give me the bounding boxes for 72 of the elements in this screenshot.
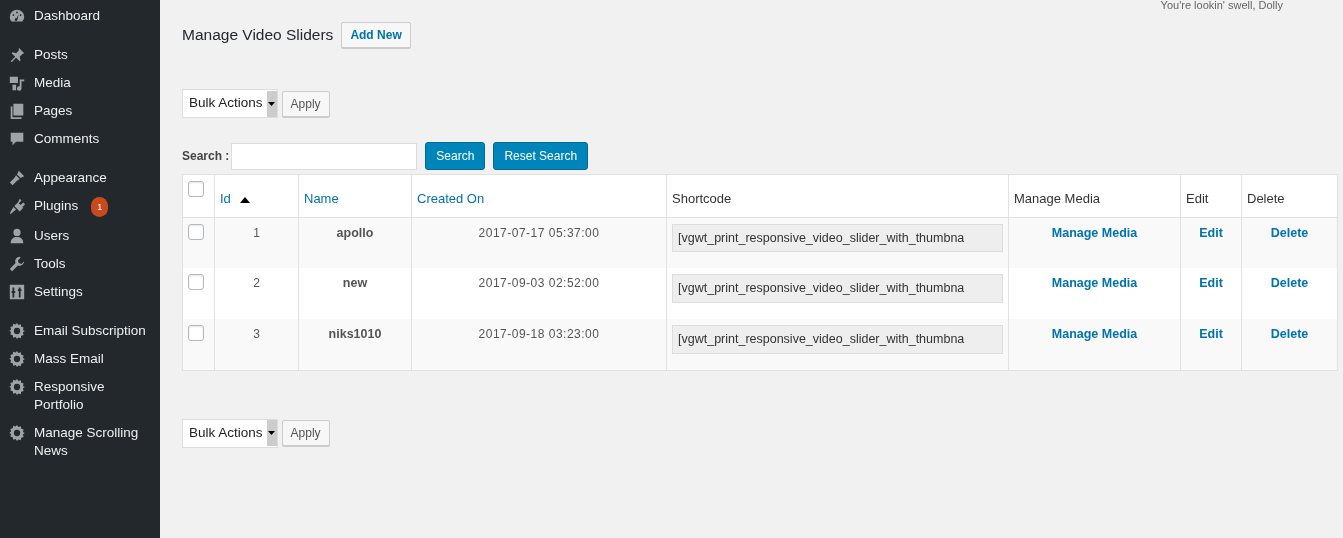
manage-media-link[interactable]: Manage Media [1051, 225, 1138, 240]
date-text: 2017-09-03 02:52:00 [478, 276, 600, 290]
wrench-icon [8, 255, 26, 273]
sidebar-item[interactable]: Dashboard [0, 2, 160, 30]
search-field[interactable] [231, 142, 418, 170]
sidebar-item[interactable]: Comments [0, 125, 160, 153]
search-button[interactable]: Search [425, 142, 486, 170]
sidebar-item[interactable]: Media [0, 69, 160, 97]
name-text: new [342, 276, 368, 290]
bulk-actions-dropdown[interactable]: Bulk Actions [182, 418, 278, 448]
column-header: Shortcode [672, 191, 732, 206]
select-all-checkbox[interactable] [188, 181, 204, 197]
sidebar-item[interactable]: Email Subscription [0, 317, 160, 345]
greeting-text: You're lookin' swell, Dolly [1160, 0, 1283, 13]
shortcode-field[interactable]: [vgwt_print_responsive_video_slider_with_thumbna [672, 325, 1003, 354]
plug-icon [8, 197, 26, 215]
page-title: Manage Video Sliders [182, 25, 334, 45]
delete-link[interactable]: Delete [1270, 327, 1309, 341]
sidebar-item[interactable]: Manage Scrolling News [0, 419, 160, 465]
person-icon [8, 227, 26, 245]
shortcode-field[interactable]: [vgwt_print_responsive_video_slider_with_thumbna [672, 274, 1003, 303]
apply-button[interactable]: Apply [281, 420, 330, 446]
apply-button[interactable]: Apply [281, 90, 330, 117]
sliders-icon [8, 283, 26, 301]
edit-link[interactable]: Edit [1199, 276, 1223, 290]
gear-icon [8, 424, 26, 442]
sidebar-item[interactable]: Posts [0, 41, 160, 69]
id-text: 2 [253, 276, 260, 290]
column-sort-link[interactable]: Id [220, 191, 231, 206]
id-text: 1 [253, 225, 260, 240]
sidebar-item[interactable]: Mass Email [0, 345, 160, 373]
sidebar-item[interactable]: Appearance [0, 164, 160, 192]
search-label: Search : [182, 148, 230, 165]
row-checkbox[interactable] [188, 223, 204, 240]
id-text: 3 [253, 327, 260, 341]
column-header: Delete [1247, 191, 1285, 206]
manage-media-link[interactable]: Manage Media [1051, 327, 1138, 341]
notification-badge: 1 [91, 197, 109, 217]
name-text: niks1010 [328, 327, 382, 341]
pin-icon [8, 46, 26, 64]
caret-icon [268, 431, 276, 435]
sidebar-item[interactable]: Users [0, 222, 160, 250]
sidebar-item[interactable]: Pages [0, 97, 160, 125]
add-new-button[interactable]: Add New [341, 22, 411, 48]
row-checkbox[interactable] [188, 325, 204, 341]
caret-icon [268, 101, 276, 106]
manage-media-link[interactable]: Manage Media [1051, 276, 1138, 290]
gear-icon [8, 350, 26, 368]
sidebar-item[interactable]: Tools [0, 250, 160, 278]
column-sort-link[interactable]: Name [304, 191, 339, 206]
media-icon [8, 74, 26, 92]
delete-link[interactable]: Delete [1270, 225, 1309, 240]
shortcode-field[interactable]: [vgwt_print_responsive_video_slider_with_thumbna [672, 223, 1003, 253]
name-text: apollo [336, 225, 374, 240]
edit-link[interactable]: Edit [1199, 225, 1223, 240]
column-header: Manage Media [1014, 191, 1100, 206]
gear-icon [8, 378, 26, 396]
edit-link[interactable]: Edit [1199, 327, 1223, 341]
sidebar-item[interactable]: Plugins 1 [0, 192, 160, 222]
sidebar-item[interactable]: Settings [0, 278, 160, 306]
sidebar-item[interactable]: Responsive Portfolio [0, 373, 160, 419]
pages-icon [8, 102, 26, 120]
row-checkbox[interactable] [188, 274, 204, 290]
date-text: 2017-09-18 03:23:00 [478, 327, 600, 341]
gear-icon [8, 322, 26, 340]
column-sort-link[interactable]: Created On [417, 191, 485, 206]
delete-link[interactable]: Delete [1270, 276, 1309, 290]
reset-search-button[interactable]: Reset Search [493, 142, 589, 170]
brush-icon [8, 169, 26, 187]
column-header: Edit [1186, 191, 1209, 206]
bulk-actions-dropdown[interactable]: Bulk Actions [182, 89, 278, 118]
date-text: 2017-07-17 05:37:00 [478, 225, 600, 240]
